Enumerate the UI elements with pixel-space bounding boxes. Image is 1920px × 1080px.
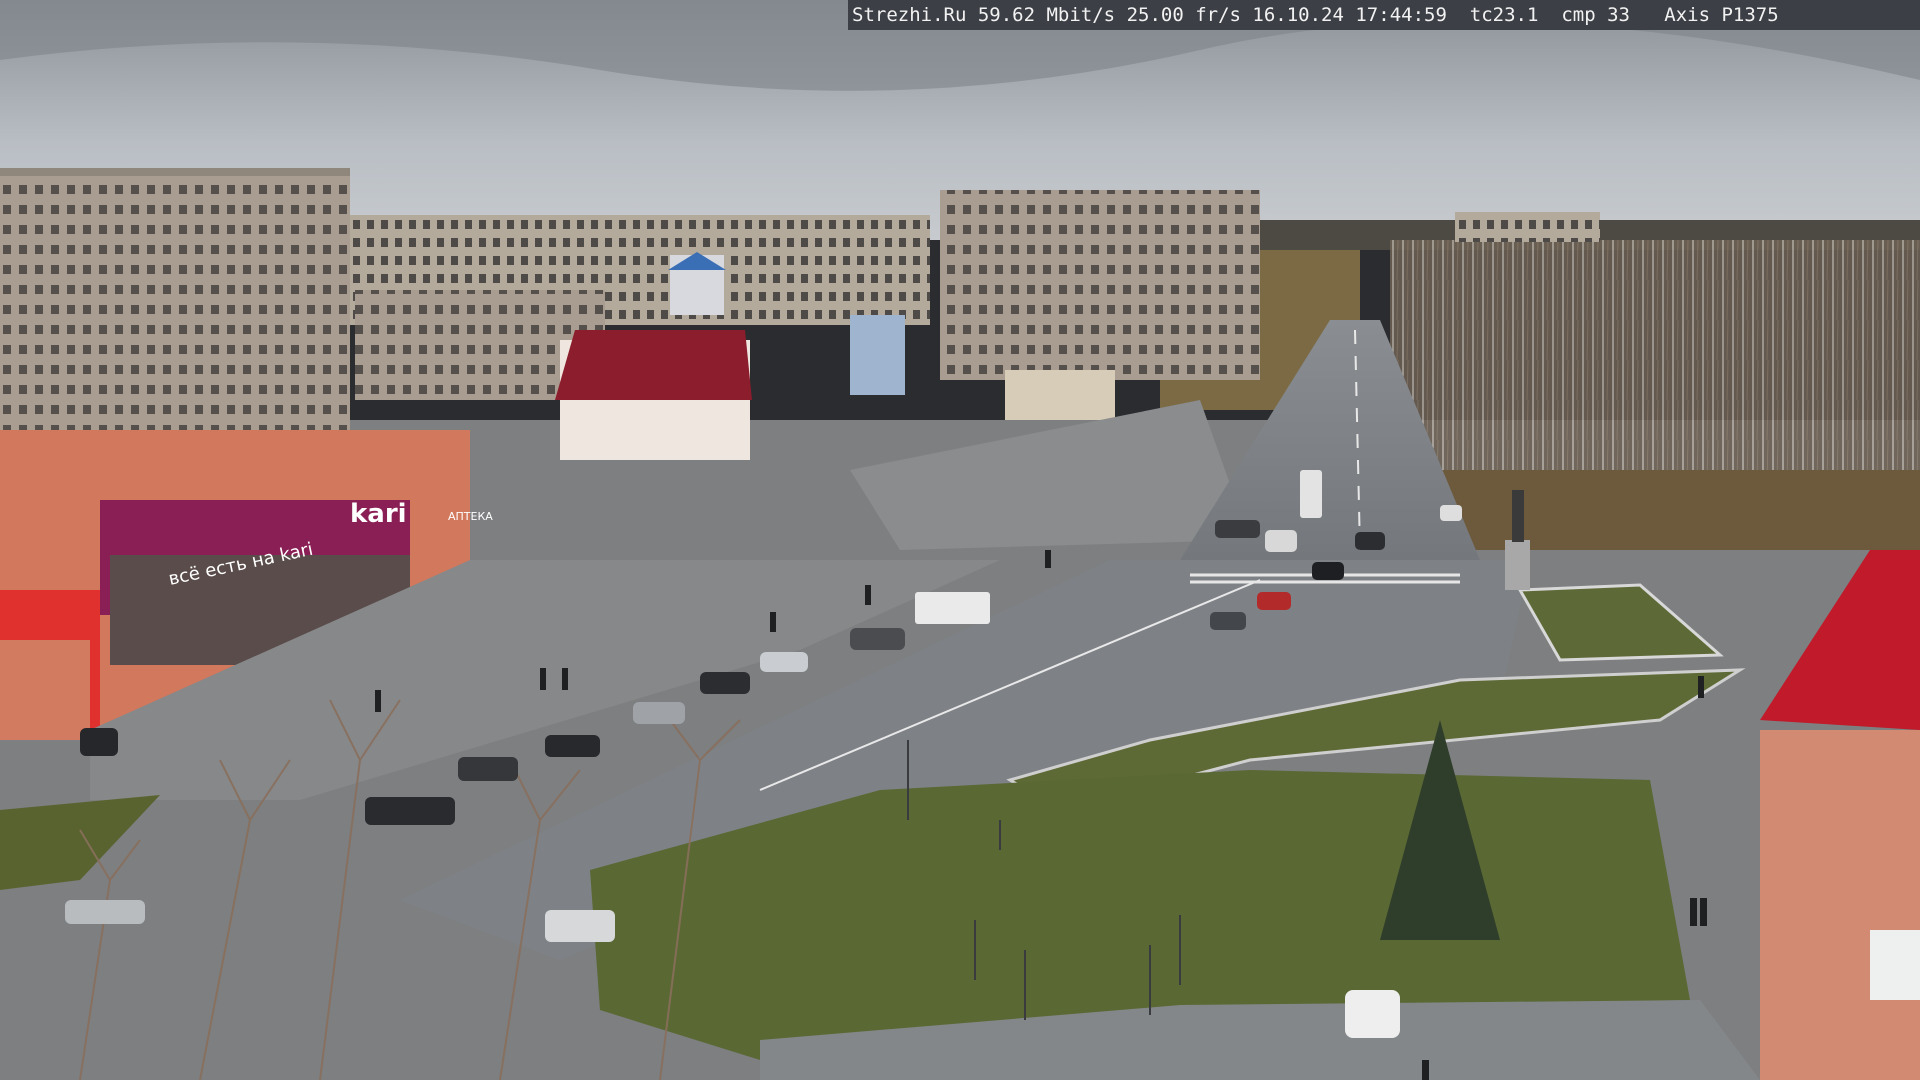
corner-red-block-lower xyxy=(0,640,90,740)
overlay-tc: tc23.1 xyxy=(1469,4,1539,26)
overlay-bitrate: 59.62 Mbit/s xyxy=(977,4,1116,26)
webcam-scene: kari всё есть на kari АПТЕКА xyxy=(0,0,1920,1080)
monument-pedestal xyxy=(1505,540,1530,590)
overlay-camera-model: Axis P1375 xyxy=(1664,4,1779,26)
apartment-block-tall xyxy=(940,190,1260,380)
red-building-right xyxy=(1760,730,1920,1080)
red-building-window xyxy=(1870,930,1920,1000)
overlay-site: Strezhi.Ru xyxy=(852,4,967,26)
building-far-right xyxy=(1455,212,1600,242)
overlay-framerate: 25.00 fr/s xyxy=(1126,4,1241,26)
camera-overlay-bar: Strezhi.Ru 59.62 Mbit/s 25.00 fr/s 16.10… xyxy=(848,0,1920,30)
blue-building xyxy=(850,315,905,395)
monument-statue xyxy=(1512,490,1524,542)
pharmacy-sign: АПТЕКА xyxy=(448,510,493,523)
pavilion xyxy=(1005,370,1115,420)
apartment-block-left-roof xyxy=(0,168,350,176)
red-roof-building-roof xyxy=(555,330,752,400)
overlay-cmp: cmp 33 xyxy=(1561,4,1630,26)
overlay-datetime: 16.10.24 17:44:59 xyxy=(1252,4,1447,26)
store-sign: kari xyxy=(350,499,407,529)
